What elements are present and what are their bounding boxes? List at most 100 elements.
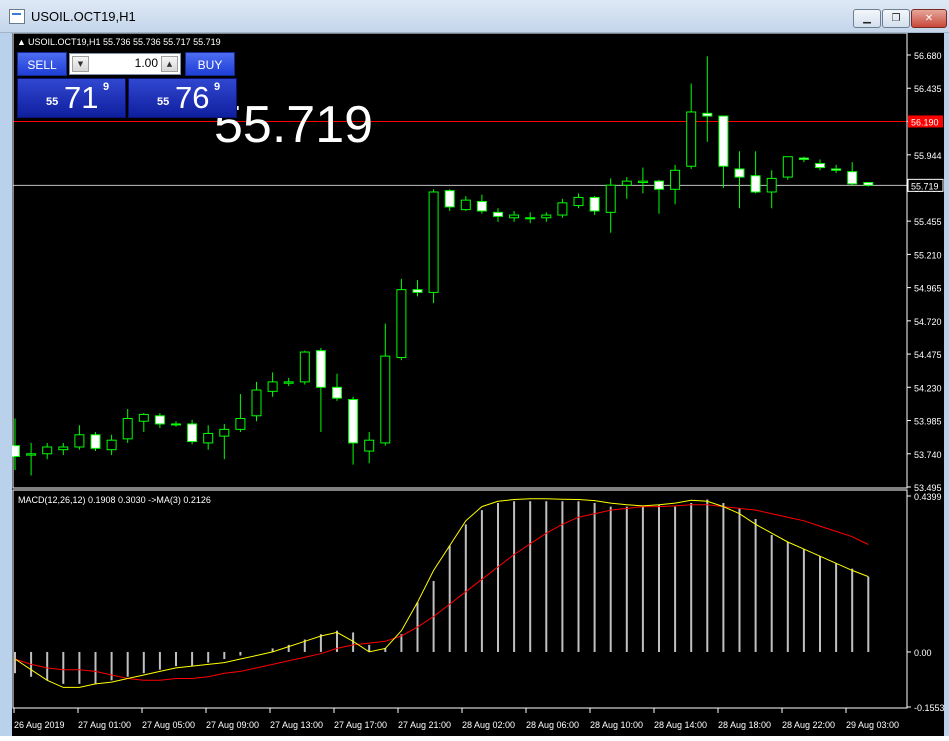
price-tick-label: 53.740 xyxy=(914,450,942,460)
buy-button[interactable]: BUY xyxy=(185,52,235,76)
price-tick-label: 54.965 xyxy=(914,284,942,294)
bear-candle-body xyxy=(412,289,423,293)
price-tick-label: 55.455 xyxy=(914,217,942,227)
macd-tick-label: 0.4399 xyxy=(914,492,942,502)
time-tick-label: 27 Aug 05:00 xyxy=(142,720,195,730)
lot-size-input[interactable]: ▼ 1.00 ▲ xyxy=(69,53,181,75)
time-tick-label: 27 Aug 13:00 xyxy=(270,720,323,730)
price-tick-label: 54.230 xyxy=(914,383,942,393)
lot-size-value[interactable]: 1.00 xyxy=(92,56,158,70)
bull-candle-body xyxy=(509,214,520,219)
bear-candle-body xyxy=(831,168,842,171)
time-tick-label: 28 Aug 10:00 xyxy=(590,720,643,730)
bull-candle-body xyxy=(138,413,149,422)
time-tick-label: 28 Aug 22:00 xyxy=(782,720,835,730)
bear-candle-body xyxy=(154,415,165,425)
bull-candle-body xyxy=(766,177,777,193)
bear-candle-body xyxy=(702,112,713,117)
time-tick-label: 27 Aug 09:00 xyxy=(206,720,259,730)
chart-area[interactable]: 56.68056.43556.19055.94455.70055.45555.2… xyxy=(10,32,945,736)
candle xyxy=(782,156,793,180)
candle xyxy=(187,419,198,445)
bull-candle-body xyxy=(283,381,294,384)
sell-price-box[interactable]: 55 71 9 xyxy=(17,78,126,118)
big-price-label: 55.719 xyxy=(214,96,373,154)
bull-candle-body xyxy=(106,439,117,451)
bear-candle-body xyxy=(734,168,745,178)
lot-increase-icon[interactable]: ▲ xyxy=(161,56,178,72)
time-tick-label: 27 Aug 01:00 xyxy=(78,720,131,730)
time-tick-label: 26 Aug 2019 xyxy=(14,720,65,730)
sell-price-prefix: 55 xyxy=(46,96,59,108)
candle xyxy=(396,278,407,361)
bull-candle-body xyxy=(782,156,793,178)
buy-price-box[interactable]: 55 76 9 xyxy=(128,78,237,118)
time-tick-label: 27 Aug 21:00 xyxy=(398,720,451,730)
bull-candle-body xyxy=(122,418,133,440)
close-button[interactable]: ✕ xyxy=(911,9,947,28)
bear-candle-body xyxy=(798,157,809,160)
time-tick-label: 28 Aug 06:00 xyxy=(526,720,579,730)
price-tick-label: 56.435 xyxy=(914,84,942,94)
bull-candle-body xyxy=(58,446,69,451)
bull-candle-body xyxy=(267,381,278,392)
time-tick-label: 28 Aug 14:00 xyxy=(654,720,707,730)
bull-candle-body xyxy=(26,453,37,456)
one-click-trading-panel: SELL ▼ 1.00 ▲ BUY 55 71 9 55 76 9 xyxy=(17,52,237,118)
bear-candle-body xyxy=(476,200,487,212)
sell-button[interactable]: SELL xyxy=(17,52,67,76)
bull-candle-body xyxy=(171,423,181,426)
time-tick-label: 28 Aug 18:00 xyxy=(718,720,771,730)
bear-candle-body xyxy=(718,115,729,167)
bull-candle-body xyxy=(364,439,375,452)
bear-candle-body xyxy=(493,211,503,217)
buy-price-main: 76 xyxy=(175,80,210,115)
minimize-button[interactable]: ▁ xyxy=(853,9,881,28)
bull-candle-body xyxy=(251,389,262,417)
sell-price-main: 71 xyxy=(64,80,99,115)
bear-candle-body xyxy=(750,175,761,193)
chart-window: USOIL.OCT19,H1 ▁ ❐ ✕ 56.680 56.435 56.190 5… xyxy=(0,0,949,736)
bear-candle-body xyxy=(187,423,198,443)
price-tick-label: 55.944 xyxy=(914,151,942,161)
macd-tick-label: 0.00 xyxy=(914,648,932,658)
bull-candle-body xyxy=(235,418,246,430)
price-tick-label: 54.720 xyxy=(914,317,942,327)
collapse-arrow-icon[interactable]: ▲ xyxy=(17,37,26,47)
bull-candle-body xyxy=(605,184,616,213)
bull-candle-body xyxy=(573,196,584,207)
price-tick-label: 55.210 xyxy=(914,250,942,260)
lot-decrease-icon[interactable]: ▼ xyxy=(72,56,89,72)
bull-candle-body xyxy=(460,199,471,211)
bear-candle-body xyxy=(589,196,600,212)
bear-candle-body xyxy=(332,386,342,399)
bull-candle-body xyxy=(396,289,407,358)
macd-tick-label: -0.1553 xyxy=(914,703,944,713)
bear-candle-body xyxy=(90,434,101,449)
candle xyxy=(90,432,101,452)
macd-label: MACD(12,26,12) 0.1908 0.3030 ->MA(3) 0.2… xyxy=(18,495,211,505)
bull-candle-body xyxy=(219,428,230,437)
chart-window-icon xyxy=(9,9,25,24)
bull-candle-body xyxy=(42,446,53,455)
maximize-button[interactable]: ❐ xyxy=(882,9,910,28)
bull-candle-body xyxy=(621,180,632,186)
bear-candle-body xyxy=(847,171,858,185)
bear-candle-body xyxy=(815,163,825,169)
time-tick-label: 28 Aug 02:00 xyxy=(462,720,515,730)
chart-svg[interactable]: 56.68056.43556.19055.94455.70055.45555.2… xyxy=(10,32,945,736)
candle xyxy=(299,350,310,385)
buy-price-prefix: 55 xyxy=(157,96,170,108)
bull-candle-body xyxy=(428,191,439,293)
bull-candle-body xyxy=(525,217,536,220)
bid-line-label: 55.719 xyxy=(911,181,939,191)
title-bar[interactable]: USOIL.OCT19,H1 ▁ ❐ ✕ xyxy=(0,0,949,33)
bull-candle-body xyxy=(557,202,568,216)
candle xyxy=(428,189,439,304)
bull-candle-body xyxy=(670,169,681,190)
price-tick-label: 56.680 xyxy=(914,51,942,61)
symbol-info-line: USOIL.OCT19,H1 55.736 55.736 55.717 55.7… xyxy=(28,37,221,47)
bull-candle-body xyxy=(299,351,310,383)
bull-candle-body xyxy=(637,180,648,183)
level-line-label: 56.190 xyxy=(911,117,939,127)
